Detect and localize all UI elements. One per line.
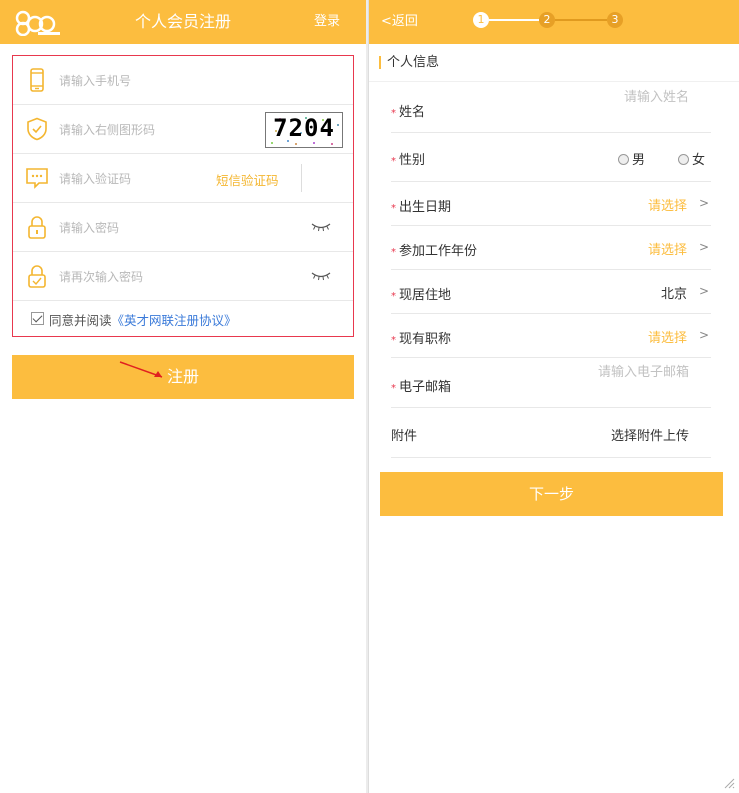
residence-value[interactable]: 北京: [661, 283, 687, 302]
email-row[interactable]: * 电子邮箱 请输入电子邮箱: [391, 358, 711, 408]
lock-icon: [28, 216, 46, 239]
agree-checkbox[interactable]: [31, 312, 44, 325]
agreement-text: 同意并阅读《英才网联注册协议》: [49, 310, 237, 329]
name-placeholder[interactable]: 请输入姓名: [624, 86, 689, 105]
attachment-upload[interactable]: 选择附件上传: [611, 425, 689, 444]
sms-code-input[interactable]: [59, 168, 199, 190]
required-mark: *: [391, 383, 396, 394]
name-label: * 姓名: [391, 105, 426, 120]
work-year-label: * 参加工作年份: [391, 244, 478, 259]
password-input[interactable]: [59, 217, 249, 239]
gender-female-radio[interactable]: 女: [677, 149, 705, 168]
required-mark: *: [391, 156, 396, 167]
chevron-right-icon: >: [698, 284, 709, 298]
resize-handle-icon[interactable]: [723, 777, 735, 789]
profile-panel: <返回 1 2 3 个人信息 * 姓名 请输入姓名 * 性别 男 女 * 出生日期 请…: [368, 0, 739, 793]
birth-label: * 出生日期: [391, 200, 452, 215]
section-title-text: 个人信息: [387, 55, 440, 70]
required-mark: *: [391, 247, 396, 258]
phone-input[interactable]: [59, 70, 249, 92]
step-line: [555, 19, 607, 21]
chevron-right-icon: >: [698, 196, 709, 210]
job-title-select[interactable]: 请选择: [648, 327, 687, 346]
residence-label: * 现居住地: [391, 288, 452, 303]
divider: [301, 164, 302, 192]
password-confirm-row: [13, 252, 353, 301]
step-line: [489, 19, 539, 21]
required-mark: *: [391, 335, 396, 346]
password-row: [13, 203, 353, 252]
password-confirm-input[interactable]: [59, 266, 249, 288]
back-button[interactable]: <返回: [381, 0, 418, 44]
name-row[interactable]: * 姓名 请输入姓名: [391, 86, 711, 133]
red-arrow-annotation: [119, 361, 163, 378]
profile-form: * 姓名 请输入姓名 * 性别 男 女 * 出生日期 请选择 > * 参加工作年份 请选…: [391, 86, 711, 458]
eye-closed-icon[interactable]: [311, 271, 331, 281]
work-year-select[interactable]: 请选择: [648, 239, 687, 258]
phone-icon: [30, 68, 44, 92]
captcha-image[interactable]: 7204: [265, 112, 343, 148]
captcha-input[interactable]: [59, 119, 249, 141]
required-mark: *: [391, 291, 396, 302]
radio-icon: [677, 154, 689, 165]
profile-header: <返回 1 2 3: [369, 0, 739, 44]
shield-check-icon: [27, 117, 47, 141]
step-1: 1: [473, 12, 489, 28]
residence-row[interactable]: * 现居住地 北京 >: [391, 270, 711, 314]
chevron-right-icon: >: [698, 240, 709, 254]
section-title: 个人信息: [369, 44, 739, 82]
phone-row: [13, 56, 353, 105]
captcha-code: 7204: [273, 114, 335, 142]
chat-icon: [26, 168, 48, 189]
attachment-row: 附件 选择附件上传: [391, 408, 711, 458]
required-mark: *: [391, 203, 396, 214]
email-label: * 电子邮箱: [391, 380, 452, 395]
attachment-label: 附件: [391, 429, 418, 444]
register-header: 个人会员注册 登录: [0, 0, 366, 44]
gender-male-radio[interactable]: 男: [617, 149, 645, 168]
required-mark: *: [391, 108, 396, 119]
job-title-label: * 现有职称: [391, 332, 452, 347]
job-title-row[interactable]: * 现有职称 请选择 >: [391, 314, 711, 358]
step-3: 3: [607, 12, 623, 28]
agreement-label: 同意并阅读: [49, 313, 112, 328]
lock-check-icon: [28, 265, 46, 288]
agreement-link[interactable]: 《英才网联注册协议》: [112, 313, 237, 328]
birth-date-row[interactable]: * 出生日期 请选择 >: [391, 182, 711, 226]
gender-label: * 性别: [391, 153, 426, 168]
step-indicator: 1 2 3: [473, 12, 633, 30]
login-link[interactable]: 登录: [314, 0, 340, 44]
radio-icon: [617, 154, 629, 165]
next-step-button[interactable]: 下一步: [380, 472, 723, 516]
sms-row: 短信验证码: [13, 154, 353, 203]
captcha-row: 7204: [13, 105, 353, 154]
sms-code-button[interactable]: 短信验证码: [216, 170, 279, 189]
work-year-row[interactable]: * 参加工作年份 请选择 >: [391, 226, 711, 270]
register-form: 7204 短信验证码: [12, 55, 354, 337]
chevron-right-icon: >: [698, 328, 709, 342]
agreement-row: 同意并阅读《英才网联注册协议》: [13, 301, 353, 336]
step-2: 2: [539, 12, 555, 28]
email-placeholder[interactable]: 请输入电子邮箱: [598, 361, 689, 380]
page-title: 个人会员注册: [134, 12, 231, 31]
register-button[interactable]: 注册: [12, 355, 354, 399]
register-panel: 个人会员注册 登录 请输入手机号 请输入右侧图形码 7204 请输入验证码 短信…: [0, 0, 366, 793]
eye-closed-icon[interactable]: [311, 222, 331, 232]
section-bar: [379, 56, 381, 69]
gender-row: * 性别 男 女: [391, 133, 711, 182]
birth-date-select[interactable]: 请选择: [648, 195, 687, 214]
